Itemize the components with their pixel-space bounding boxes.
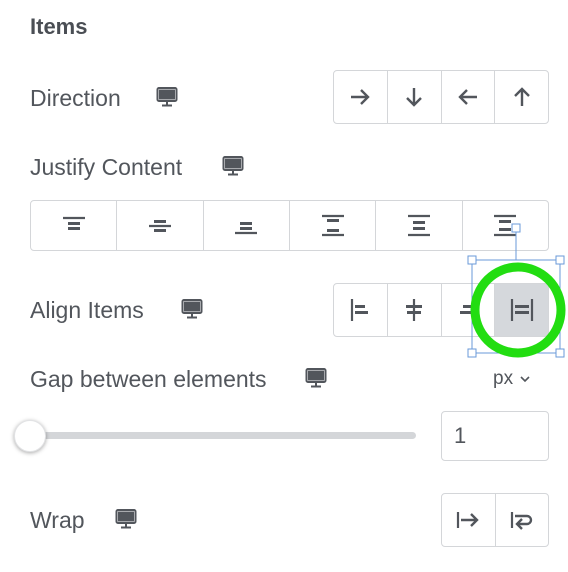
wrap-icon <box>510 512 532 530</box>
monitor-icon[interactable] <box>115 508 137 530</box>
justify-start-button[interactable] <box>31 201 118 250</box>
wrap-button-group <box>441 493 549 547</box>
align-start-icon <box>351 299 369 321</box>
gap-input[interactable] <box>441 411 549 461</box>
align-center-button[interactable] <box>388 284 442 336</box>
direction-column-reverse-button[interactable] <box>495 71 548 123</box>
justify-content-button-group <box>30 200 549 251</box>
gap-slider-track[interactable] <box>30 432 416 439</box>
direction-column-button[interactable] <box>388 71 442 123</box>
justify-center-icon <box>148 219 171 232</box>
align-items-button-group <box>333 283 549 337</box>
justify-space-between-icon <box>321 214 344 236</box>
align-stretch-icon <box>510 299 533 321</box>
wrap-label: Wrap <box>30 507 85 533</box>
unit-selector[interactable]: px <box>493 368 531 390</box>
justify-end-icon <box>235 221 258 234</box>
align-items-label: Align Items <box>30 297 144 323</box>
justify-end-button[interactable] <box>204 201 290 250</box>
justify-content-label: Justify Content <box>30 154 183 180</box>
align-stretch-button[interactable] <box>495 284 548 336</box>
arrow-up-icon <box>513 87 530 106</box>
monitor-icon[interactable] <box>181 298 203 320</box>
no-wrap-button[interactable] <box>442 494 496 546</box>
direction-row-reverse-button[interactable] <box>442 71 496 123</box>
no-wrap-icon <box>457 512 479 528</box>
justify-space-between-button[interactable] <box>290 201 377 250</box>
align-end-button[interactable] <box>442 284 496 336</box>
monitor-icon[interactable] <box>305 367 327 389</box>
justify-center-button[interactable] <box>117 201 204 250</box>
wrap-button[interactable] <box>496 494 549 546</box>
chevron-down-icon <box>520 376 530 383</box>
align-center-icon <box>406 299 423 321</box>
direction-button-group <box>333 70 549 124</box>
align-end-icon <box>459 299 477 321</box>
gap-label: Gap between elements <box>30 366 267 392</box>
direction-row-button[interactable] <box>334 71 388 123</box>
monitor-icon[interactable] <box>222 155 244 177</box>
arrow-down-icon <box>406 88 422 107</box>
direction-label: Direction <box>30 85 121 111</box>
arrow-right-icon <box>351 89 371 105</box>
unit-value: px <box>493 368 514 389</box>
align-start-button[interactable] <box>334 284 388 336</box>
section-title: Items <box>30 14 88 39</box>
monitor-icon[interactable] <box>156 86 178 108</box>
justify-space-around-button[interactable] <box>376 201 463 250</box>
justify-start-icon <box>62 216 85 230</box>
justify-space-evenly-icon <box>494 214 517 236</box>
gap-slider-thumb[interactable] <box>14 420 46 452</box>
arrow-left-icon <box>458 89 477 105</box>
justify-space-evenly-button[interactable] <box>463 201 548 250</box>
justify-space-around-icon <box>407 214 430 236</box>
